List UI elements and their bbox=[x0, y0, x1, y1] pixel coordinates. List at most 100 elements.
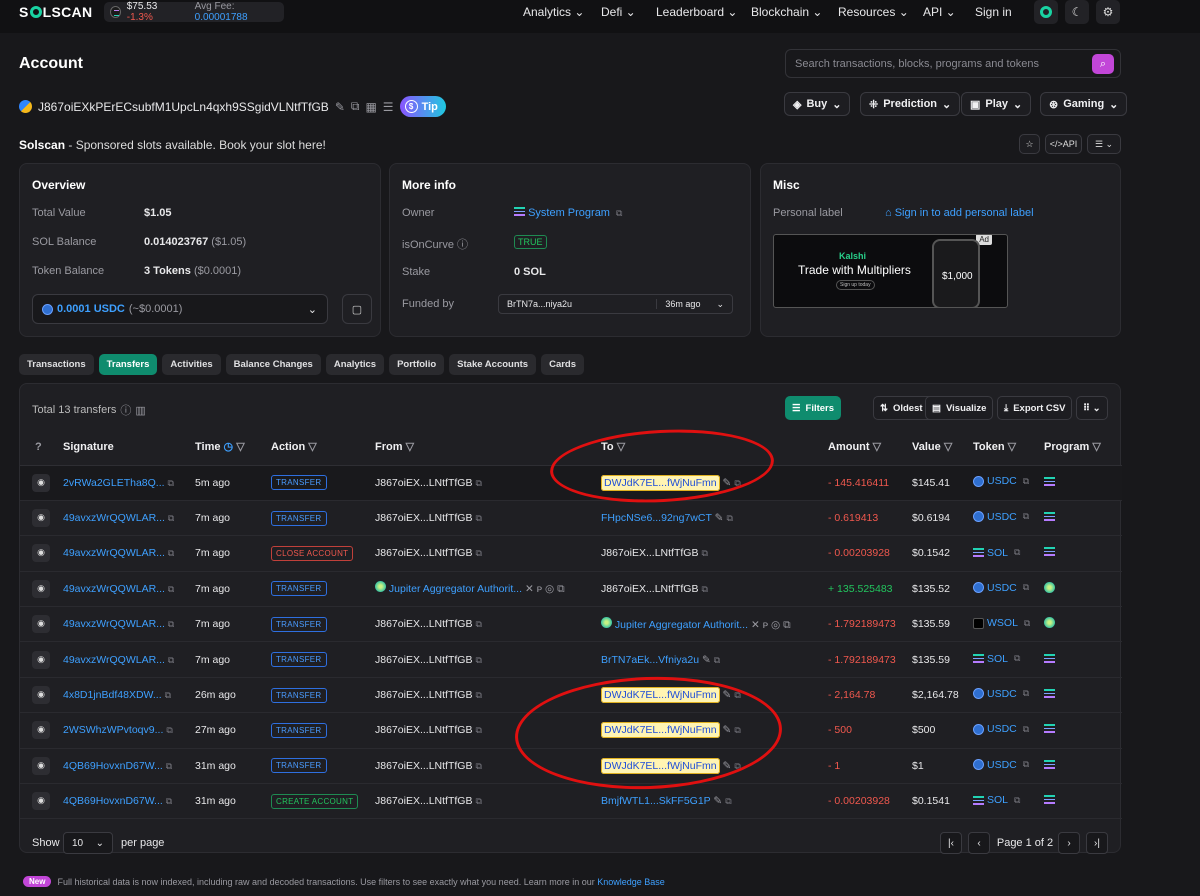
eye-icon[interactable]: ◉ bbox=[32, 473, 50, 492]
copy-icon[interactable]: ⧉ bbox=[168, 655, 174, 665]
copy-icon[interactable]: ⧉ bbox=[475, 619, 481, 629]
copy-icon[interactable]: ⧉ bbox=[168, 478, 174, 488]
owner-link[interactable]: System Program ⧉ bbox=[514, 207, 622, 219]
gear-icon[interactable]: ⚙ bbox=[1096, 0, 1120, 24]
signature-link[interactable]: 4QB69HovxnD67W... bbox=[63, 795, 163, 807]
solana-program-icon[interactable] bbox=[1044, 689, 1055, 699]
to-link[interactable]: DWJdK7EL...fWjNuFmn bbox=[601, 687, 720, 704]
signature-link[interactable]: 2WSWhzWPvtoqv9... bbox=[63, 724, 163, 736]
col-value[interactable]: Value ▽ bbox=[912, 429, 973, 466]
filters-button[interactable]: ☰ Filters bbox=[785, 396, 842, 420]
edit-icon[interactable]: ✎ bbox=[335, 100, 345, 114]
edit-icon[interactable]: ✎ bbox=[723, 477, 732, 489]
copy-icon[interactable]: ⧉ bbox=[475, 796, 481, 806]
search-input[interactable]: Search transactions, blocks, programs an… bbox=[785, 49, 1121, 78]
col-to[interactable]: To ▽ bbox=[601, 429, 828, 466]
edit-icon[interactable]: ✎ bbox=[713, 795, 722, 807]
copy-icon[interactable]: ⧉ bbox=[475, 548, 481, 558]
copy-icon[interactable]: ⧉ bbox=[734, 761, 740, 771]
solana-program-icon[interactable] bbox=[1044, 547, 1055, 557]
nav-leaderboard[interactable]: Leaderboard ⌄ bbox=[656, 5, 737, 19]
solana-program-icon[interactable] bbox=[1044, 476, 1055, 486]
from-address[interactable]: J867oiEX...LNtfTfGB bbox=[375, 512, 472, 524]
copy-icon[interactable]: ⧉ bbox=[726, 513, 732, 523]
jupiter-program-icon[interactable] bbox=[1044, 581, 1055, 593]
token-link[interactable]: USDC ⧉ bbox=[973, 759, 1029, 771]
to-address[interactable]: J867oiEX...LNtfTfGB bbox=[601, 583, 698, 595]
to-address[interactable]: J867oiEX...LNtfTfGB bbox=[601, 547, 698, 559]
play-button[interactable]: ▣ Play ⌄ bbox=[961, 92, 1032, 116]
copy-icon[interactable]: ⧉ bbox=[734, 725, 740, 735]
eye-icon[interactable]: ◉ bbox=[32, 756, 50, 775]
solana-program-icon[interactable] bbox=[1044, 653, 1055, 663]
col-from[interactable]: From ▽ bbox=[375, 429, 601, 466]
wallet-icon[interactable]: ▢ bbox=[342, 294, 372, 324]
eye-icon[interactable]: ◉ bbox=[32, 615, 50, 634]
from-address[interactable]: J867oiEX...LNtfTfGB bbox=[375, 760, 472, 772]
edit-icon[interactable]: ✎ bbox=[723, 689, 732, 701]
eye-icon[interactable]: ◉ bbox=[32, 544, 50, 563]
tab-stake-accounts[interactable]: Stake Accounts bbox=[449, 354, 537, 375]
gaming-button[interactable]: ⊛ Gaming ⌄ bbox=[1040, 92, 1128, 116]
from-address[interactable]: J867oiEX...LNtfTfGB bbox=[375, 795, 472, 807]
solana-program-icon[interactable] bbox=[1044, 724, 1055, 734]
tab-transfers[interactable]: Transfers bbox=[98, 354, 158, 375]
col-time[interactable]: Time ◷ ▽ bbox=[195, 429, 271, 466]
copy-icon[interactable]: ⧉ bbox=[351, 99, 360, 114]
first-page-button[interactable]: |‹ bbox=[940, 832, 962, 854]
prediction-button[interactable]: ⁜ Prediction ⌄ bbox=[860, 92, 961, 116]
signature-link[interactable]: 49avxzWrQQWLAR... bbox=[63, 547, 165, 559]
signature-link[interactable]: 2vRWa2GLETha8Q... bbox=[63, 477, 165, 489]
edit-icon[interactable]: ✎ bbox=[702, 654, 711, 666]
nav-defi[interactable]: Defi ⌄ bbox=[601, 5, 636, 19]
from-address[interactable]: J867oiEX...LNtfTfGB bbox=[375, 724, 472, 736]
to-link[interactable]: DWJdK7EL...fWjNuFmn bbox=[601, 757, 720, 774]
edit-icon[interactable]: ✎ bbox=[723, 760, 732, 772]
solana-program-icon[interactable] bbox=[1044, 759, 1055, 769]
copy-icon[interactable]: ⧉ bbox=[734, 478, 740, 488]
copy-icon[interactable]: ⧉ bbox=[725, 796, 731, 806]
signature-link[interactable]: 49avxzWrQQWLAR... bbox=[63, 583, 165, 595]
column-settings-button[interactable]: ⠿ ⌄ bbox=[1076, 396, 1108, 420]
copy-icon[interactable]: ⧉ bbox=[475, 725, 481, 735]
nav-resources[interactable]: Resources ⌄ bbox=[838, 5, 909, 19]
edit-icon[interactable]: ✎ bbox=[723, 724, 732, 736]
solana-program-icon[interactable] bbox=[1044, 512, 1055, 522]
to-link[interactable]: BmjfWTL1...SkFF5G1P bbox=[601, 795, 711, 807]
copy-icon[interactable]: ⧉ bbox=[475, 761, 481, 771]
copy-icon[interactable]: ⧉ bbox=[714, 655, 720, 665]
token-link[interactable]: USDC ⧉ bbox=[973, 723, 1029, 735]
tab-balance-changes[interactable]: Balance Changes bbox=[225, 354, 321, 375]
signature-link[interactable]: 49avxzWrQQWLAR... bbox=[63, 654, 165, 666]
eye-icon[interactable]: ◉ bbox=[32, 792, 50, 811]
jupiter-program-icon[interactable] bbox=[1044, 617, 1055, 629]
tab-cards[interactable]: Cards bbox=[541, 354, 585, 375]
signature-link[interactable]: 49avxzWrQQWLAR... bbox=[63, 618, 165, 630]
copy-icon[interactable]: ⧉ bbox=[168, 619, 174, 629]
copy-icon[interactable]: ⧉ bbox=[475, 655, 481, 665]
token-link[interactable]: SOL ⧉ bbox=[973, 794, 1020, 806]
tab-analytics[interactable]: Analytics bbox=[325, 354, 385, 375]
per-page-select[interactable]: 10 ⌄ bbox=[63, 832, 113, 854]
prev-page-button[interactable]: ‹ bbox=[968, 832, 990, 854]
to-link[interactable]: BrTN7aEk...Vfniya2u bbox=[601, 654, 699, 666]
copy-icon[interactable]: ⧉ bbox=[166, 761, 172, 771]
solscan-logo[interactable]: S LSCAN bbox=[19, 4, 92, 20]
copy-icon[interactable]: ⧉ bbox=[166, 796, 172, 806]
token-link[interactable]: SOL ⧉ bbox=[973, 547, 1020, 559]
eye-icon[interactable]: ◉ bbox=[32, 509, 50, 528]
tip-button[interactable]: $ Tip bbox=[399, 96, 446, 117]
to-link[interactable]: Jupiter Aggregator Authorit... bbox=[601, 616, 748, 631]
edit-icon[interactable]: ✎ bbox=[715, 512, 724, 524]
copy-icon[interactable]: ⧉ bbox=[475, 513, 481, 523]
star-icon[interactable]: ☆ bbox=[1019, 134, 1040, 154]
col-action[interactable]: Action ▽ bbox=[271, 429, 375, 466]
token-select[interactable]: 0.0001 USDC (~$0.0001) ⌄ bbox=[32, 294, 328, 324]
from-address[interactable]: J867oiEX...LNtfTfGB bbox=[375, 547, 472, 559]
col-token[interactable]: Token ▽ bbox=[973, 429, 1044, 466]
token-link[interactable]: WSOL ⧉ bbox=[973, 617, 1030, 629]
sign-in-link[interactable]: Sign in bbox=[975, 5, 1012, 19]
export-csv-button[interactable]: ⤓ Export CSV bbox=[997, 396, 1073, 420]
from-link[interactable]: Jupiter Aggregator Authorit... bbox=[375, 581, 522, 595]
api-button[interactable]: </> API bbox=[1045, 134, 1082, 154]
